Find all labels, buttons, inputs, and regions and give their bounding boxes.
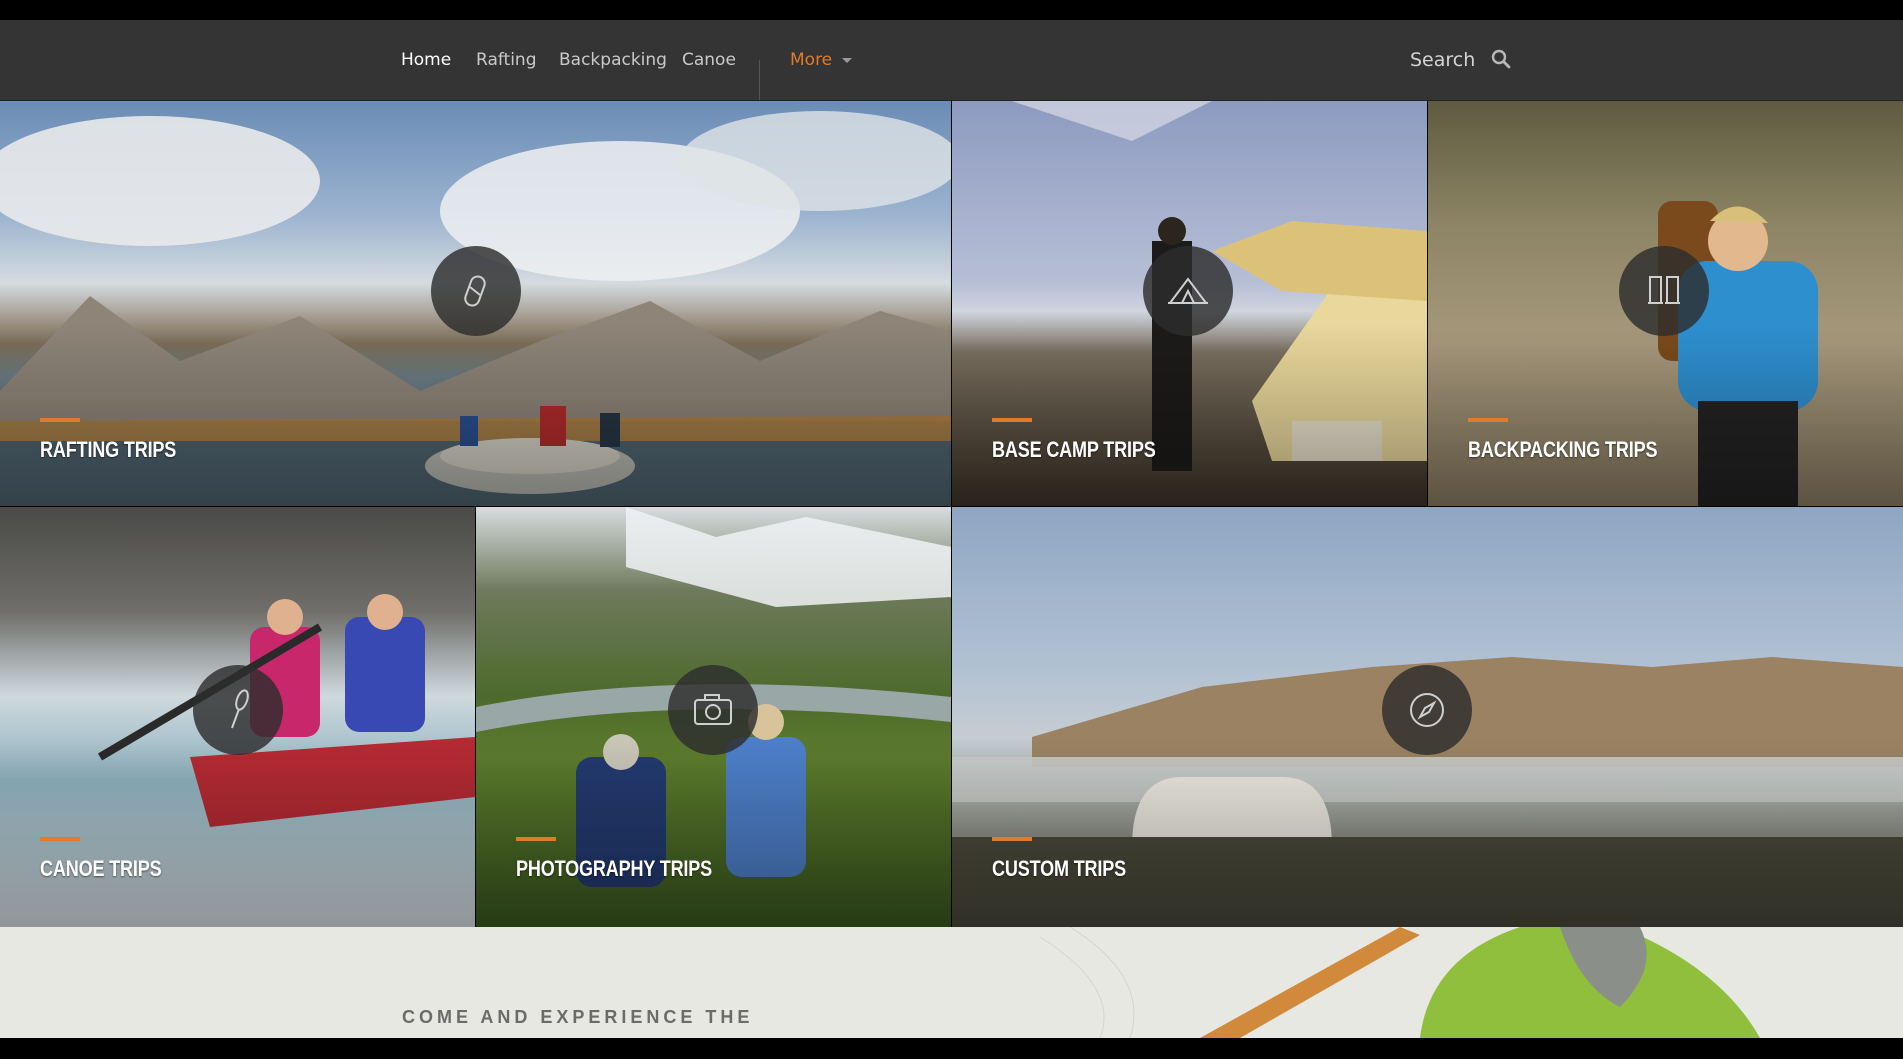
tile-label: RAFTING TRIPS [40,437,177,462]
topographic-gear-illustration [1039,927,1760,1038]
nav-divider [759,60,760,100]
tile-label: BASE CAMP TRIPS [992,437,1156,462]
intro-kicker: COME AND EXPERIENCE THE [402,1007,754,1027]
tile-label: PHOTOGRAPHY TRIPS [516,856,713,881]
accent-line [992,837,1032,841]
search-icon [1492,49,1511,68]
accent-line [1468,418,1508,422]
nav-rafting[interactable]: Rafting [476,20,537,100]
tile-backpacking-trips[interactable]: BACKPACKING TRIPS [1428,101,1903,506]
main-navigation: Home Rafting Backpacking Canoe More Sear… [0,20,1903,101]
nav-backpacking[interactable]: Backpacking [559,20,667,100]
paddle-icon [231,689,249,729]
backpacking-icon-badge [1619,246,1709,336]
tile-base-camp-trips[interactable]: BASE CAMP TRIPS [952,101,1427,506]
tile-label: CANOE TRIPS [40,856,162,881]
boots-icon [1648,276,1680,304]
photography-icon-badge [668,665,758,755]
accent-line [40,837,80,841]
tile-canoe-trips[interactable]: CANOE TRIPS [0,507,475,927]
intro-section: COME AND EXPERIENCE THE [0,927,1903,1038]
custom-icon-badge [1382,665,1472,755]
carabiner-icon [464,275,486,307]
nav-canoe[interactable]: Canoe [682,20,736,100]
nav-more-dropdown[interactable]: More [790,20,853,100]
search-label: Search [1410,49,1476,71]
camera-icon [694,694,732,725]
accent-line [40,418,80,422]
bottom-black-bar [0,1038,1903,1059]
tile-label: BACKPACKING TRIPS [1468,437,1658,462]
compass-icon [1410,693,1444,727]
search-button[interactable]: Search [1410,20,1511,100]
rafting-icon-badge [431,246,521,336]
tile-label: CUSTOM TRIPS [992,856,1127,881]
accent-line [516,837,556,841]
nav-home[interactable]: Home [401,20,451,100]
caret-down-icon [842,57,853,63]
nav-more-label: More [790,50,833,70]
top-black-bar [0,0,1903,20]
tile-rafting-trips[interactable]: RAFTING TRIPS [0,101,951,506]
tile-custom-trips[interactable]: CUSTOM TRIPS [952,507,1903,927]
accent-line [992,418,1032,422]
tent-icon [1168,277,1208,304]
base-camp-icon-badge [1143,246,1233,336]
tile-photography-trips[interactable]: PHOTOGRAPHY TRIPS [476,507,951,927]
canoe-icon-badge [193,665,283,755]
